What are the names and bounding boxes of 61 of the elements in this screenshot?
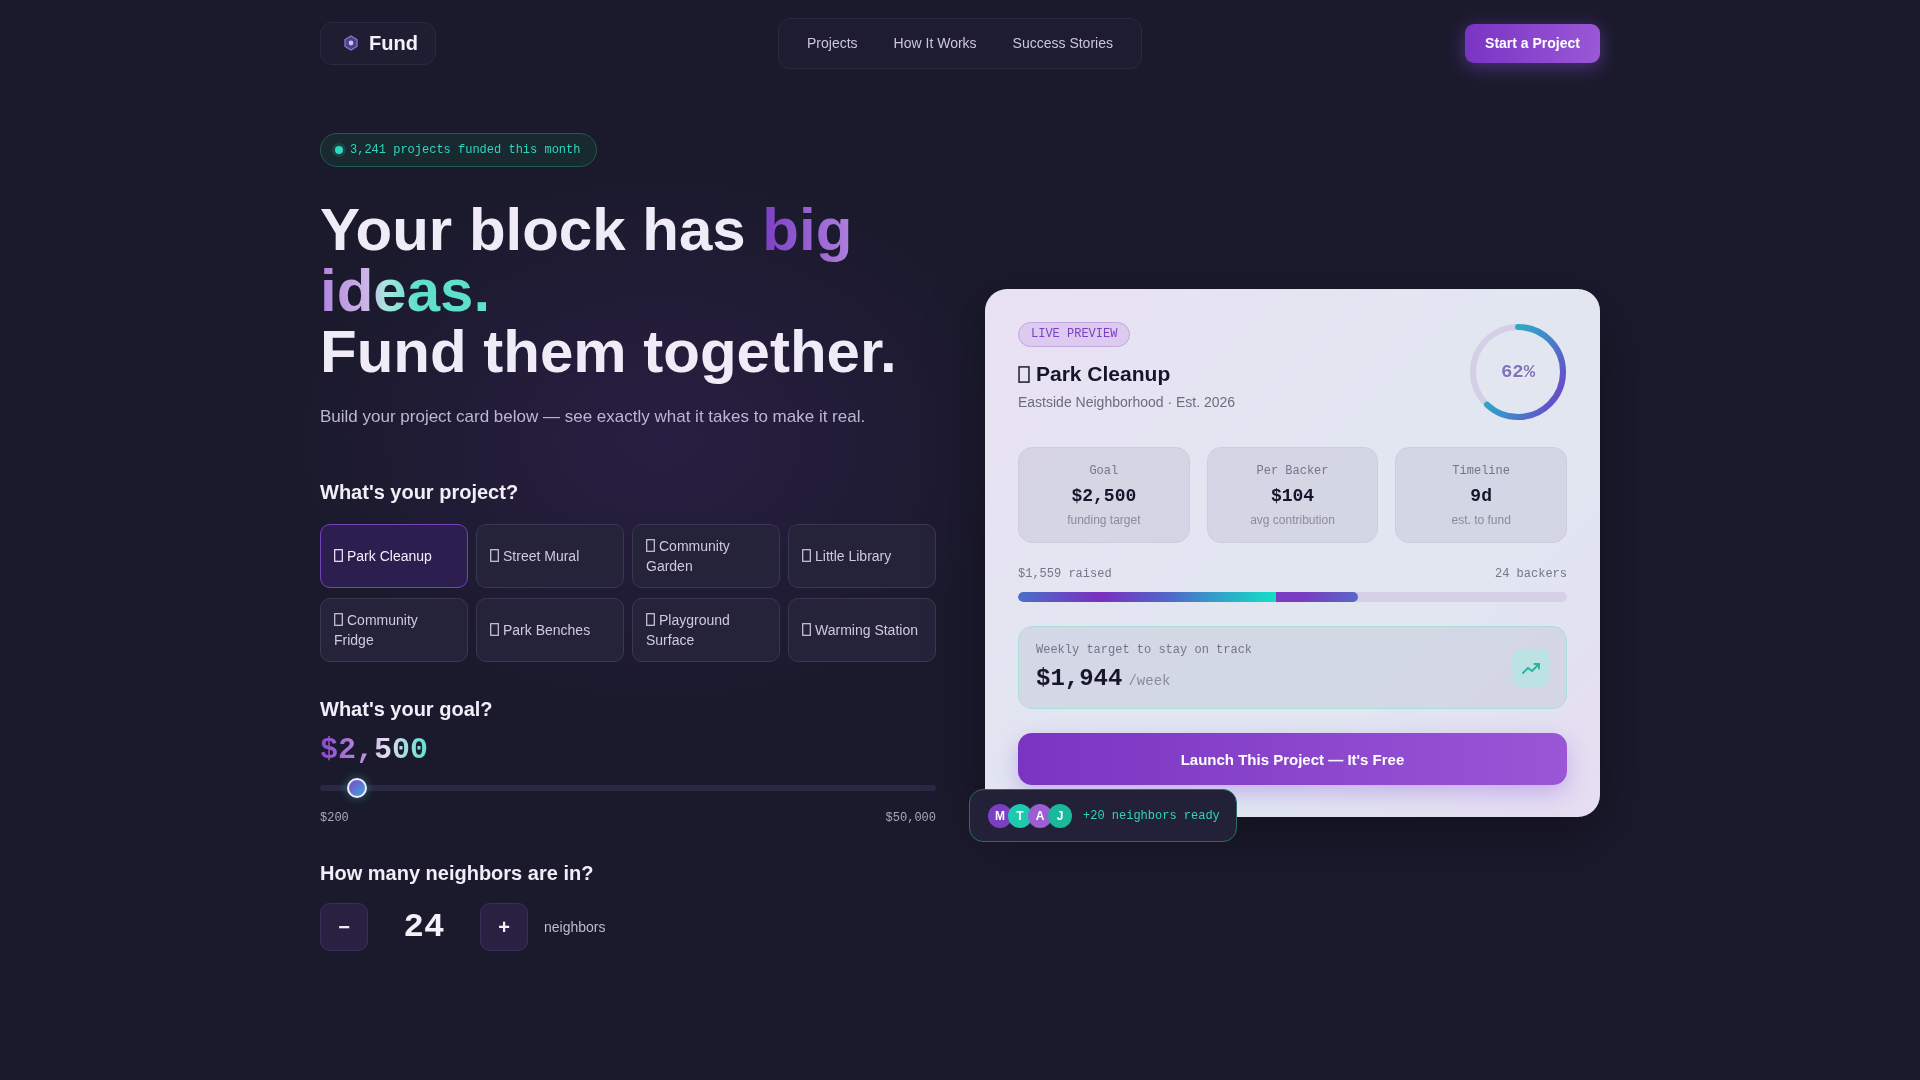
- weekly-target-label: Weekly target to stay on track: [1036, 642, 1253, 658]
- square-outline-icon: [334, 613, 343, 626]
- square-outline-icon: [646, 613, 655, 626]
- project-option[interactable]: Park Cleanup: [320, 524, 468, 588]
- home-link[interactable]: Fund: [320, 21, 436, 65]
- stat-value: 9d: [1470, 485, 1492, 508]
- section-heading: What's your goal?: [320, 698, 493, 720]
- backer-count: 24 backers: [1495, 567, 1567, 581]
- stat-value: $2,500: [1071, 485, 1137, 508]
- project-option[interactable]: Park Benches: [476, 598, 624, 662]
- weekly-target-amount: $1,944: [1036, 664, 1123, 694]
- raised-amount: $1,559 raised: [1018, 567, 1112, 581]
- ring-percent: 62%: [1499, 360, 1537, 384]
- funded-count-text: 3,241 projects funded this month: [350, 143, 581, 157]
- square-outline-icon: [334, 549, 343, 562]
- weekly-unit: /week: [1128, 673, 1171, 689]
- square-outline-icon: [490, 549, 499, 562]
- nav-link[interactable]: Projects: [807, 35, 858, 51]
- project-subtitle: Eastside Neighborhood · Est. 2026: [1018, 393, 1236, 411]
- slider-min-label: $200: [320, 811, 349, 825]
- live-preview-badge: LIVE PREVIEW: [1018, 322, 1131, 347]
- avatar: T: [1008, 803, 1032, 828]
- hero-subtitle: Build your project card below — see exactly what it takes to make it real.: [320, 406, 866, 428]
- trend-up-icon: [1512, 649, 1550, 687]
- section-heading: How many neighbors are in?: [320, 862, 594, 884]
- hexagon-icon: [343, 35, 359, 51]
- avatar: A: [1028, 803, 1052, 828]
- stat-caption: avg contribution: [1250, 512, 1335, 528]
- square-outline-icon: [1018, 365, 1030, 383]
- project-option[interactable]: Community Garden: [632, 524, 780, 588]
- square-outline-icon: [490, 623, 499, 636]
- neighbors-ready-text: +20 neighbors ready: [1083, 808, 1220, 823]
- square-outline-icon: [802, 623, 811, 636]
- stat-caption: est. to fund: [1451, 512, 1511, 528]
- avatar: M: [988, 803, 1012, 828]
- status-dot-icon: [335, 146, 343, 154]
- square-outline-icon: [646, 539, 655, 552]
- decrement-button[interactable]: −: [320, 903, 368, 951]
- square-outline-icon: [802, 549, 811, 562]
- stat-label: Timeline: [1452, 463, 1510, 479]
- project-title: Park Cleanup: [1036, 362, 1171, 386]
- launch-project-button[interactable]: Launch This Project — It's Free: [1018, 733, 1567, 785]
- start-project-button[interactable]: Start a Project: [1465, 23, 1600, 63]
- neighbor-count: 24: [402, 908, 446, 946]
- avatar: J: [1048, 803, 1072, 828]
- stat-caption: funding target: [1067, 512, 1141, 528]
- nav-link[interactable]: How It Works: [893, 35, 977, 51]
- increment-button[interactable]: +: [480, 903, 528, 951]
- project-option[interactable]: Street Mural: [476, 524, 624, 588]
- nav-link[interactable]: Success Stories: [1012, 35, 1113, 51]
- stat-value: $104: [1270, 485, 1315, 508]
- neighbors-unit-label: neighbors: [544, 919, 606, 935]
- project-option[interactable]: Warming Station: [788, 598, 936, 662]
- stat-label: Goal: [1089, 463, 1119, 479]
- slider-thumb[interactable]: [347, 778, 368, 798]
- project-option[interactable]: Little Library: [788, 524, 936, 588]
- project-option[interactable]: Community Fridge: [320, 598, 468, 662]
- stat-label: Per Backer: [1256, 463, 1329, 479]
- project-option[interactable]: Playground Surface: [632, 598, 780, 662]
- section-heading: What's your project?: [320, 481, 519, 503]
- slider-max-label: $50,000: [885, 811, 936, 825]
